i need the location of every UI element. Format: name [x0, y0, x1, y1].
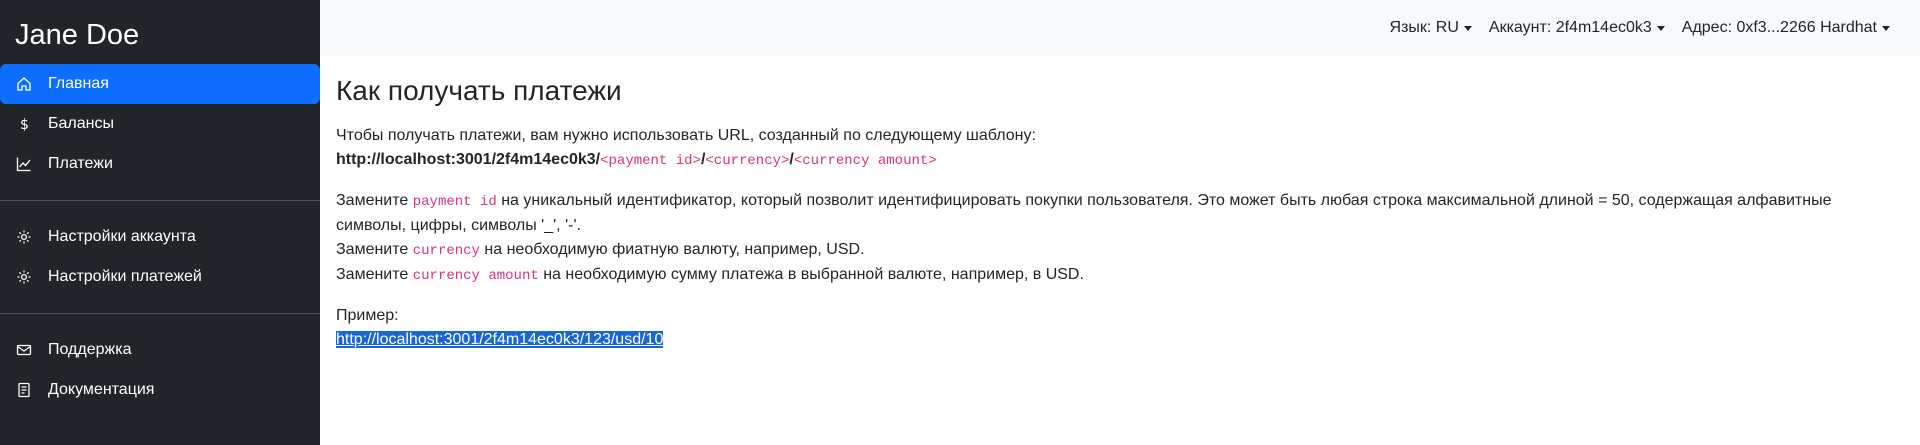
sidebar-item-label: Поддержка — [48, 341, 132, 358]
example-block: Пример: http://localhost:3001/2f4m14ec0k… — [336, 304, 1904, 352]
language-label: Язык: RU — [1389, 19, 1459, 36]
sidebar-item-payments[interactable]: Платежи — [0, 144, 320, 184]
address-label: Адрес: 0xf3...2266 Hardhat — [1681, 19, 1877, 36]
nav-help: Поддержка Документация — [0, 330, 320, 410]
sidebar-item-balances[interactable]: $ Балансы — [0, 104, 320, 144]
tpl-amount: <currency amount> — [793, 153, 937, 169]
home-icon — [16, 76, 32, 92]
gear-icon — [16, 229, 32, 245]
caret-down-icon — [1882, 25, 1890, 31]
replace-instructions: Замените payment id на уникальный иденти… — [336, 189, 1904, 288]
example-label: Пример: — [336, 307, 399, 324]
page-content: Как получать платежи Чтобы получать плат… — [320, 56, 1920, 368]
desc-amount: на необходимую сумму платежа в выбранной… — [543, 266, 1084, 283]
sidebar-item-docs[interactable]: Документация — [0, 370, 320, 410]
sidebar-item-account-settings[interactable]: Настройки аккаунта — [0, 217, 320, 257]
sidebar-item-label: Настройки платежей — [48, 268, 202, 285]
nav-main: Главная $ Балансы Платежи — [0, 64, 320, 184]
sidebar-item-home[interactable]: Главная — [0, 64, 320, 104]
top-navbar: Язык: RU Аккаунт: 2f4m14ec0k3 Адрес: 0xf… — [320, 0, 1920, 56]
brand-name: Jane Doe — [15, 19, 140, 51]
sidebar-item-label: Главная — [48, 75, 109, 92]
sidebar-item-payment-settings[interactable]: Настройки платежей — [0, 257, 320, 297]
page-title: Как получать платежи — [336, 75, 622, 106]
code-amount: currency amount — [412, 268, 539, 284]
sidebar-item-label: Документация — [48, 381, 155, 398]
sidebar-item-label: Настройки аккаунта — [48, 228, 196, 245]
nav-settings: Настройки аккаунта Настройки платежей — [0, 217, 320, 297]
gear-icon — [16, 269, 32, 285]
envelope-icon — [16, 342, 32, 358]
svg-text:$: $ — [20, 117, 29, 132]
desc-currency: на необходимую фиатную валюту, например,… — [484, 241, 865, 258]
code-currency: currency — [412, 243, 480, 259]
address-dropdown[interactable]: Адрес: 0xf3...2266 Hardhat — [1682, 19, 1890, 37]
code-payment-id: payment id — [412, 194, 497, 210]
document-icon — [16, 382, 32, 398]
sidebar-divider — [0, 313, 320, 314]
url-template-block: Чтобы получать платежи, вам нужно исполь… — [336, 124, 1904, 173]
account-dropdown[interactable]: Аккаунт: 2f4m14ec0k3 — [1489, 19, 1665, 37]
intro-text: Чтобы получать платежи, вам нужно исполь… — [336, 127, 1036, 144]
url-base: http://localhost:3001/2f4m14ec0k3/ — [336, 151, 601, 168]
sidebar: Jane Doe Главная $ Балансы Платежи Настр… — [0, 0, 320, 445]
sidebar-item-label: Балансы — [48, 115, 114, 132]
sidebar-item-support[interactable]: Поддержка — [0, 330, 320, 370]
sidebar-item-label: Платежи — [48, 155, 113, 172]
tpl-payment-id: <payment id> — [600, 153, 701, 169]
replace-word: Замените — [336, 241, 409, 258]
language-dropdown[interactable]: Язык: RU — [1390, 19, 1472, 37]
tpl-currency: <currency> — [705, 153, 790, 169]
account-label: Аккаунт: 2f4m14ec0k3 — [1488, 19, 1652, 36]
caret-down-icon — [1463, 25, 1472, 31]
example-url-link[interactable]: http://localhost:3001/2f4m14ec0k3/123/us… — [336, 331, 664, 348]
sidebar-divider — [0, 200, 320, 201]
url-template: http://localhost:3001/2f4m14ec0k3/<payme… — [336, 151, 937, 169]
main-area: Язык: RU Аккаунт: 2f4m14ec0k3 Адрес: 0xf… — [320, 0, 1920, 445]
replace-word: Замените — [336, 266, 409, 283]
desc-payment-id: на уникальный идентификатор, который поз… — [336, 192, 1832, 234]
dollar-icon: $ — [16, 116, 32, 132]
replace-word: Замените — [336, 192, 409, 209]
caret-down-icon — [1656, 25, 1665, 31]
chart-line-icon — [16, 156, 32, 172]
